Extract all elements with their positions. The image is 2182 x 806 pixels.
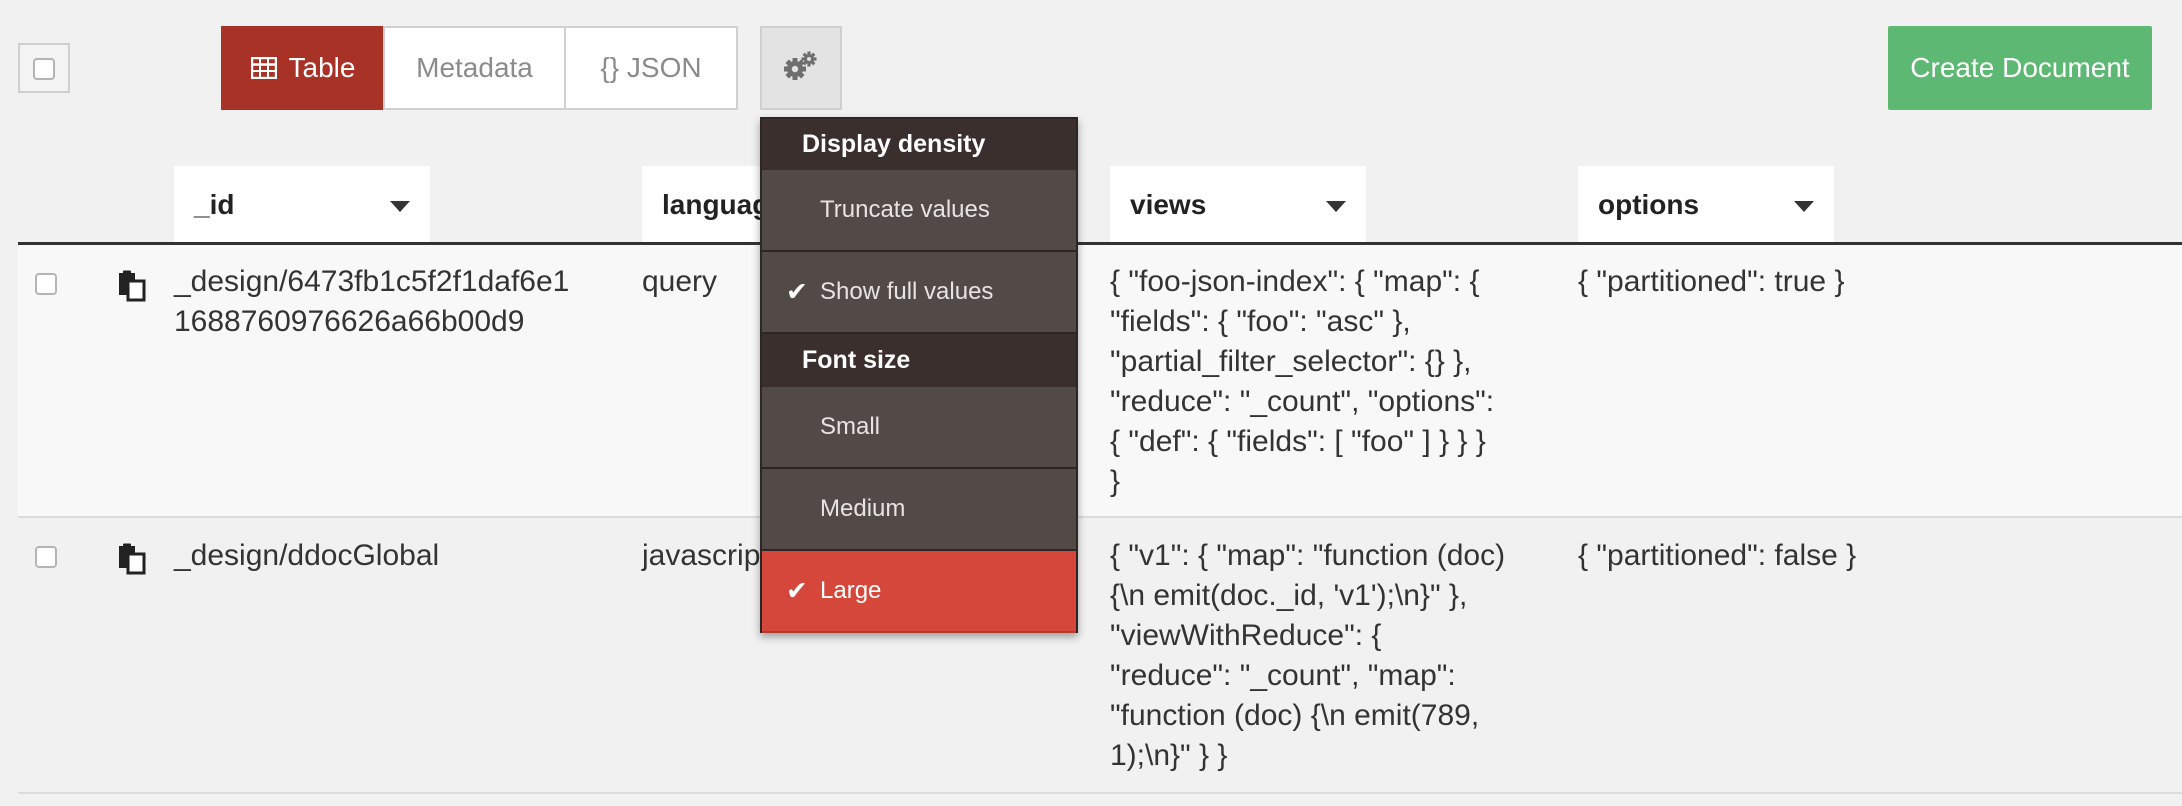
cell-language: query (642, 265, 718, 298)
chevron-down-icon[interactable] (1326, 201, 1346, 212)
cell-views-line: { "v1": { "map": "function (doc) (1110, 539, 1506, 572)
column-header-views[interactable]: views (1110, 166, 1366, 243)
cell-views: { "foo-json-index": { "map": { "fields":… (1110, 262, 1570, 502)
menu-header-font-size: Font size (762, 334, 1076, 387)
cell-views-line: } (1110, 465, 1121, 498)
column-header-id[interactable]: _id (174, 166, 430, 243)
cell-views-line: {\n emit(doc._id, 'v1');\n}" }, (1110, 579, 1468, 612)
column-header-label: _id (194, 188, 235, 220)
tab-metadata[interactable]: Metadata (383, 26, 566, 110)
row-checkbox[interactable] (35, 546, 57, 568)
tab-json-label: {} JSON (600, 52, 702, 83)
table-icon (250, 57, 277, 79)
cell-id: _design/6473fb1c5f2f1daf6e1 168876097662… (174, 262, 614, 342)
column-header-label: views (1130, 188, 1207, 220)
menu-item-label: Medium (820, 495, 906, 522)
menu-item-label: Small (820, 413, 881, 440)
view-toggle-group: Table Metadata {} JSON (221, 26, 738, 110)
cell-views-line: "partial_filter_selector": {} }, (1110, 345, 1472, 378)
cell-views-line: "function (doc) {\n emit(789, (1110, 699, 1480, 732)
menu-item-small[interactable]: Small (762, 387, 1076, 469)
clipboard-icon[interactable] (117, 270, 147, 307)
menu-item-label: Large (820, 577, 882, 604)
tab-json[interactable]: {} JSON (564, 26, 738, 110)
cell-views: { "v1": { "map": "function (doc) {\n emi… (1110, 536, 1570, 776)
table-settings-menu: Display density Truncate values ✔ Show f… (760, 117, 1078, 633)
menu-header-display-density: Display density (762, 119, 1076, 170)
cell-id: _design/ddocGlobal (174, 536, 614, 576)
menu-item-truncate-values[interactable]: Truncate values (762, 170, 1076, 252)
table-settings-button[interactable] (760, 26, 842, 110)
chevron-down-icon[interactable] (1794, 201, 1814, 212)
cell-views-line: { "foo-json-index": { "map": { (1110, 265, 1480, 298)
clipboard-icon[interactable] (117, 543, 147, 580)
checkmark-icon: ✔ (786, 575, 808, 606)
menu-item-large[interactable]: ✔ Large (762, 551, 1076, 633)
select-all-checkbox[interactable] (18, 43, 70, 93)
cell-views-line: { "def": { "fields": [ "foo" ] } } } (1110, 425, 1486, 458)
cell-id-line: _design/ddocGlobal (174, 539, 440, 572)
gears-icon (783, 50, 819, 87)
column-header-options[interactable]: options (1578, 166, 1834, 243)
column-header-label: options (1598, 188, 1700, 220)
row-checkbox[interactable] (35, 273, 57, 295)
cell-options: { "partitioned": true } (1578, 265, 1845, 298)
cell-language: javascript (642, 539, 769, 572)
checkmark-icon: ✔ (786, 276, 808, 307)
menu-item-label: Truncate values (820, 196, 990, 223)
cell-id-line: _design/6473fb1c5f2f1daf6e1 (174, 265, 570, 298)
tab-metadata-label: Metadata (416, 52, 533, 83)
cell-views-line: "reduce": "_count", "map": (1110, 659, 1456, 692)
menu-item-label: Show full values (820, 278, 994, 305)
cell-id-line: 1688760976626a66b00d9 (174, 305, 525, 338)
menu-item-medium[interactable]: Medium (762, 469, 1076, 551)
cell-views-line: "fields": { "foo": "asc" }, (1110, 305, 1411, 338)
chevron-down-icon[interactable] (390, 201, 410, 212)
create-document-button[interactable]: Create Document (1888, 26, 2152, 110)
cell-views-line: 1);\n}" } } (1110, 739, 1228, 772)
tab-table-label: Table (288, 52, 356, 83)
cell-views-line: "reduce": "_count", "options": (1110, 385, 1495, 418)
cell-views-line: "viewWithReduce": { (1110, 619, 1382, 652)
tab-table[interactable]: Table (221, 26, 385, 110)
menu-item-show-full-values[interactable]: ✔ Show full values (762, 252, 1076, 334)
cell-options: { "partitioned": false } (1578, 539, 1857, 572)
